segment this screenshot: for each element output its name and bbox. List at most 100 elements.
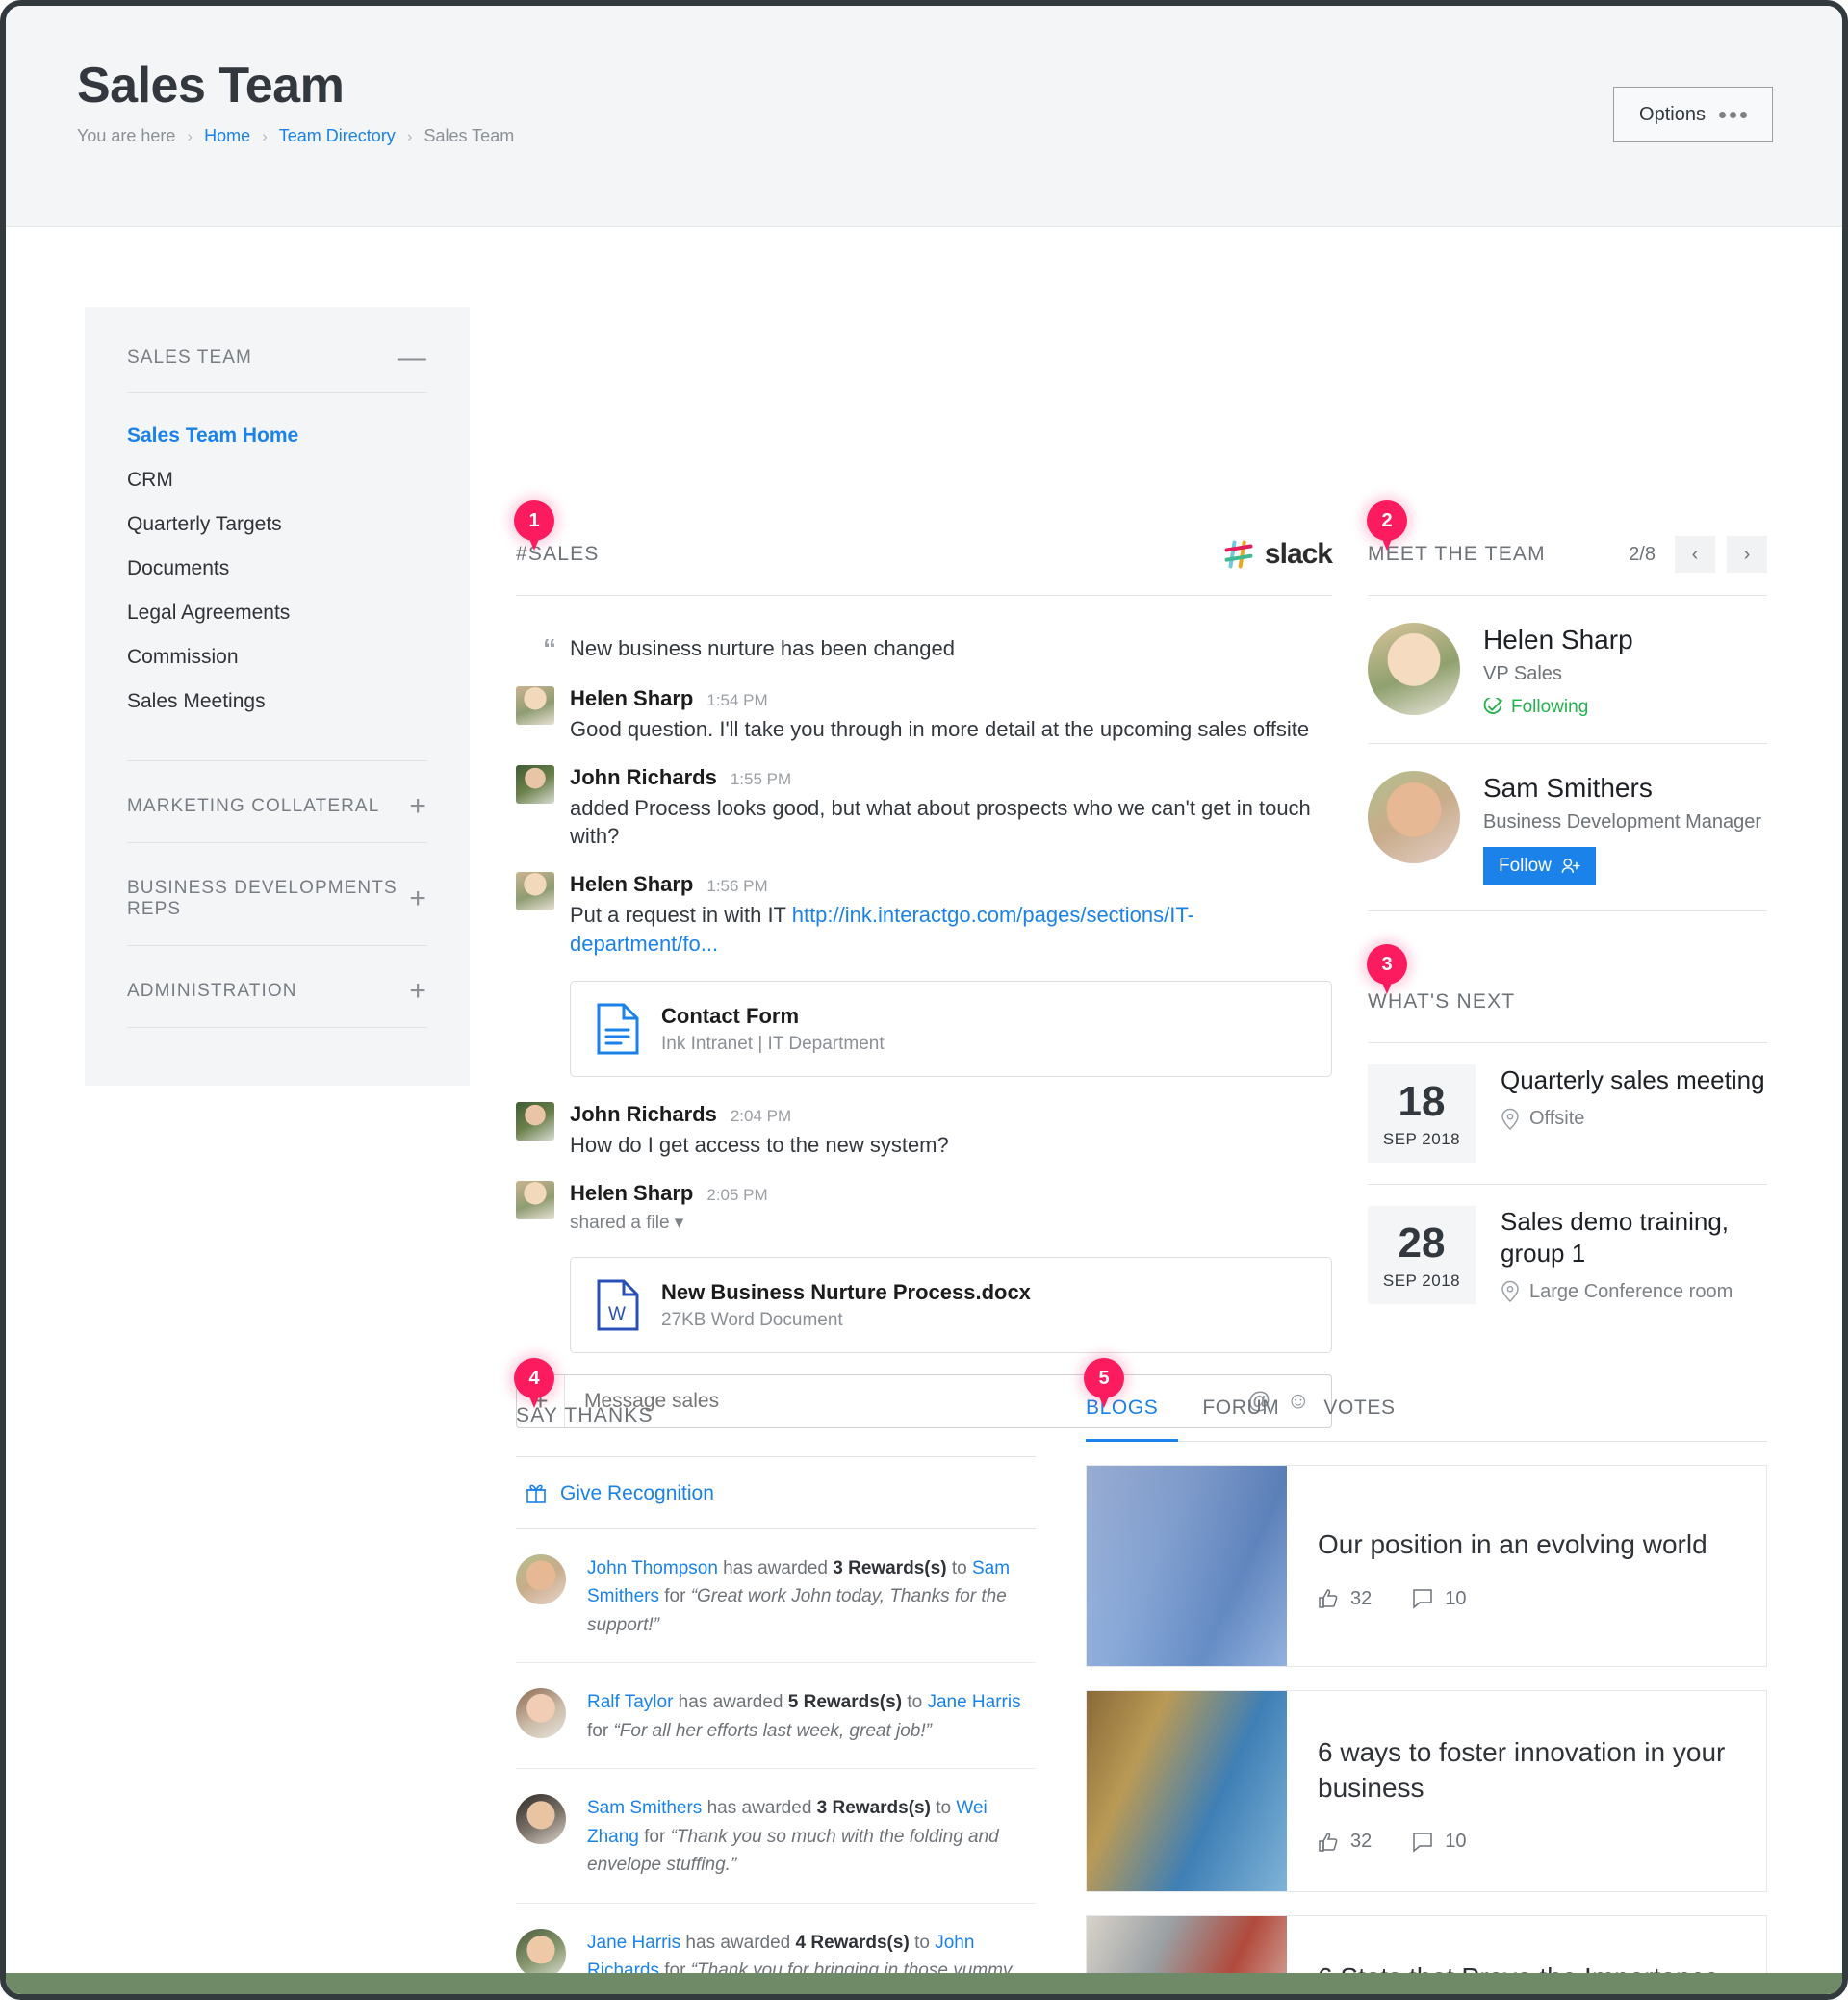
blog-card[interactable]: Our position in an evolving world 32 10	[1086, 1465, 1767, 1667]
slack-message-body: Helen Sharp 1:56 PM Put a request in wit…	[570, 872, 1332, 958]
svg-text:W: W	[608, 1304, 626, 1324]
annotation-pin-5: 5	[1084, 1358, 1124, 1410]
carousel-nav: 2/8 ‹ ›	[1629, 536, 1767, 573]
slack-message-header: Helen Sharp 1:56 PM	[570, 872, 1332, 897]
sidebar-group-header[interactable]: MARKETING COLLATERAL +	[127, 761, 427, 821]
following-status[interactable]: Following	[1483, 697, 1633, 718]
divider	[127, 1027, 427, 1028]
sidebar: SALES TEAM — Sales Team Home CRM Quarter…	[85, 307, 470, 1086]
slack-message-time: 1:55 PM	[730, 769, 792, 788]
blog-thumbnail	[1087, 1466, 1287, 1666]
slack-shared-file-label[interactable]: shared a file ▾	[570, 1212, 1332, 1234]
slack-link-attachment-meta: Ink Intranet | IT Department	[661, 1033, 885, 1054]
breadcrumb: You are here › Home › Team Directory › S…	[77, 126, 1773, 146]
location-pin-icon	[1502, 1108, 1519, 1130]
annotation-pin-2: 2	[1367, 500, 1407, 552]
team-member-name: Helen Sharp	[1483, 625, 1633, 654]
event-details: Quarterly sales meeting Offsite	[1501, 1064, 1765, 1131]
recognition-text: John Thompson has awarded 3 Rewards(s) t…	[587, 1554, 1036, 1639]
recognition-to: to	[909, 1932, 936, 1953]
recognition-mid: has awarded	[680, 1932, 796, 1953]
breadcrumb-item-team-directory[interactable]: Team Directory	[279, 126, 396, 146]
team-member-role: Business Development Manager	[1483, 811, 1762, 833]
recognition-for: for	[587, 1720, 614, 1741]
expand-plus-icon[interactable]: +	[409, 792, 427, 821]
follow-button[interactable]: Follow	[1483, 847, 1596, 885]
blog-likes[interactable]: 32	[1318, 1831, 1372, 1853]
thumbs-up-icon	[1319, 1833, 1338, 1852]
event-item[interactable]: 18 SEP 2018 Quarterly sales meeting Offs…	[1368, 1043, 1767, 1186]
sidebar-item-sales-meetings[interactable]: Sales Meetings	[127, 679, 427, 724]
sidebar-group-header[interactable]: ADMINISTRATION +	[127, 946, 427, 1006]
blog-comments[interactable]: 10	[1412, 1831, 1467, 1853]
avatar	[516, 764, 554, 804]
blog-card[interactable]: 6 ways to foster innovation in your busi…	[1086, 1690, 1767, 1892]
comment-icon	[1413, 1833, 1432, 1853]
slack-message-text: How do I get access to the new system?	[570, 1133, 949, 1158]
active-tab-indicator	[1086, 1439, 1178, 1442]
slack-link-attachment[interactable]: Contact Form Ink Intranet | IT Departmen…	[570, 981, 1332, 1078]
event-location-label: Large Conference room	[1529, 1280, 1733, 1302]
expand-plus-icon[interactable]: +	[409, 977, 427, 1006]
blog-thumbnail	[1087, 1691, 1287, 1891]
recognition-receiver[interactable]: Jane Harris	[927, 1692, 1020, 1712]
sidebar-item-documents[interactable]: Documents	[127, 547, 427, 591]
event-details: Sales demo training, group 1 Large Confe…	[1501, 1206, 1767, 1303]
sidebar-item-legal-agreements[interactable]: Legal Agreements	[127, 591, 427, 635]
recognition-giver[interactable]: Jane Harris	[587, 1933, 680, 1953]
check-circle-icon	[1483, 698, 1502, 714]
avatar	[516, 1688, 566, 1739]
recognition-giver[interactable]: Ralf Taylor	[587, 1692, 673, 1712]
slack-message-text: Good question. I'll take you through in …	[570, 717, 1310, 741]
pin-number: 3	[1381, 953, 1393, 975]
sidebar-group-header[interactable]: BUSINESS DEVELOPMENTS REPS +	[127, 843, 427, 920]
sidebar-section-header[interactable]: SALES TEAM —	[127, 307, 427, 372]
carousel-counter: 2/8	[1629, 543, 1656, 565]
blogs-panel: BLOGS FORUM VOTES Our position in an evo…	[1086, 1397, 1767, 1994]
team-member-name: Sam Smithers	[1483, 773, 1653, 803]
sidebar-item-quarterly-targets[interactable]: Quarterly Targets	[127, 502, 427, 547]
slack-message-header: Helen Sharp 1:54 PM	[570, 686, 1332, 711]
blog-comments-count: 10	[1445, 1587, 1467, 1609]
event-item[interactable]: 28 SEP 2018 Sales demo training, group 1…	[1368, 1185, 1767, 1325]
quote-icon: “	[543, 633, 556, 663]
slack-message-author: Helen Sharp	[570, 686, 694, 710]
blog-card-body: 6 ways to foster innovation in your busi…	[1287, 1691, 1766, 1891]
meet-the-team-header: MEET THE TEAM 2/8 ‹ ›	[1368, 535, 1767, 574]
pin-number: 2	[1381, 509, 1393, 531]
give-recognition-label: Give Recognition	[560, 1482, 714, 1504]
tab-forum[interactable]: FORUM	[1202, 1397, 1279, 1441]
carousel-next-button[interactable]: ›	[1727, 536, 1767, 573]
team-member-card[interactable]: Sam Smithers Business Development Manage…	[1368, 744, 1767, 911]
document-icon	[597, 1003, 639, 1055]
expand-plus-icon[interactable]: +	[409, 885, 427, 913]
team-member-card[interactable]: Helen Sharp VP Sales Following	[1368, 596, 1767, 744]
tab-votes[interactable]: VOTES	[1323, 1397, 1395, 1441]
carousel-prev-button[interactable]: ‹	[1675, 536, 1715, 573]
breadcrumb-item-home[interactable]: Home	[204, 126, 250, 146]
give-recognition-button[interactable]: Give Recognition	[516, 1457, 1036, 1529]
slack-message: Helen Sharp 1:56 PM Put a request in wit…	[516, 860, 1332, 967]
recognition-to: to	[902, 1692, 928, 1713]
recognition-giver[interactable]: John Thompson	[587, 1558, 718, 1578]
sidebar-item-crm[interactable]: CRM	[127, 458, 427, 502]
avatar	[516, 1928, 566, 1979]
sidebar-item-sales-team-home[interactable]: Sales Team Home	[127, 414, 427, 458]
location-pin-icon	[1502, 1280, 1519, 1303]
recognition-giver[interactable]: Sam Smithers	[587, 1798, 702, 1818]
sidebar-item-commission[interactable]: Commission	[127, 635, 427, 679]
event-title: Quarterly sales meeting	[1501, 1065, 1765, 1094]
options-button[interactable]: Options	[1613, 87, 1773, 142]
blog-card-body: Our position in an evolving world 32 10	[1287, 1466, 1766, 1666]
slack-file-attachment[interactable]: W New Business Nurture Process.docx 27KB…	[570, 1257, 1332, 1354]
blog-likes[interactable]: 32	[1318, 1588, 1372, 1610]
app-window: Sales Team You are here › Home › Team Di…	[0, 0, 1848, 2000]
blog-comments[interactable]: 10	[1412, 1587, 1467, 1610]
blog-title: Our position in an evolving world	[1318, 1529, 1707, 1560]
whats-next-header: WHAT'S NEXT	[1368, 983, 1767, 1021]
slack-file-attachment-meta: 27KB Word Document	[661, 1309, 843, 1330]
pin-number: 1	[528, 509, 540, 531]
event-location-label: Offsite	[1529, 1108, 1585, 1129]
collapse-minus-icon[interactable]: —	[398, 344, 427, 372]
annotation-pin-4: 4	[514, 1358, 554, 1410]
